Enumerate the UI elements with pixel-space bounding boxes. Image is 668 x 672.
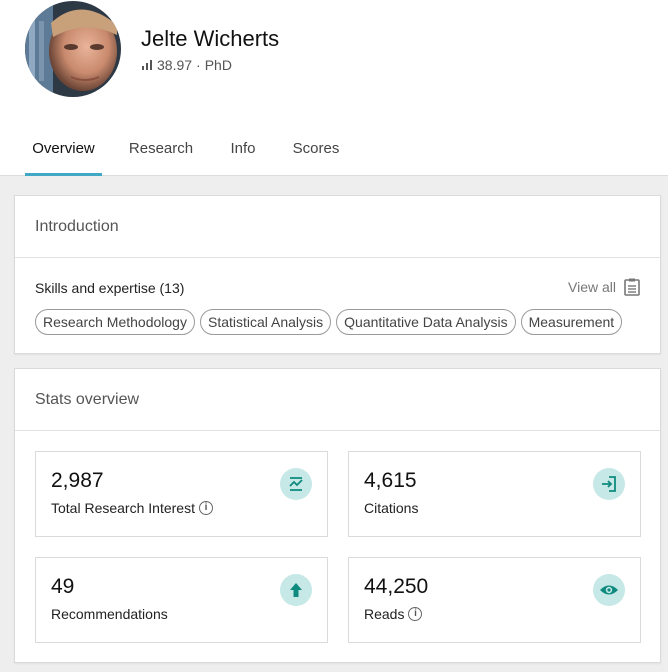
stat-value: 2,987 bbox=[51, 469, 104, 492]
stat-label-wrap: Recommendations bbox=[51, 606, 168, 622]
signal-bars-icon bbox=[142, 60, 152, 70]
info-icon[interactable]: i bbox=[198, 501, 213, 515]
profile-name: Jelte Wicherts bbox=[141, 26, 280, 51]
research-interest-icon bbox=[280, 468, 312, 500]
stat-value: 49 bbox=[51, 575, 75, 598]
tab-info[interactable]: Info bbox=[222, 120, 264, 176]
clipboard-list-icon bbox=[624, 278, 640, 296]
stat-label: Recommendations bbox=[51, 606, 168, 622]
degree: PhD bbox=[204, 57, 232, 73]
skill-chip[interactable]: Research Methodology bbox=[35, 309, 195, 335]
stat-label: Reads bbox=[364, 606, 405, 622]
stat-label-wrap: Reads i bbox=[364, 606, 423, 622]
tab-overview[interactable]: Overview bbox=[25, 120, 102, 176]
stats-overview-card: Stats overview 2,987 Total Research Inte… bbox=[14, 368, 661, 663]
introduction-title: Introduction bbox=[15, 196, 660, 258]
view-all-label: View all bbox=[568, 279, 616, 295]
info-icon[interactable]: i bbox=[408, 607, 423, 621]
profile-header: Jelte Wicherts 38.97 · PhD Overview Rese… bbox=[0, 0, 668, 176]
tab-research[interactable]: Research bbox=[124, 120, 198, 176]
stat-reads[interactable]: 44,250 Reads i bbox=[348, 557, 641, 643]
stat-value: 4,615 bbox=[364, 469, 417, 492]
skills-heading: Skills and expertise (13) bbox=[35, 280, 185, 296]
skill-chip[interactable]: Statistical Analysis bbox=[199, 309, 332, 335]
stat-recommendations[interactable]: 49 Recommendations bbox=[35, 557, 328, 643]
introduction-card: Introduction Skills and expertise (13) V… bbox=[14, 195, 661, 354]
skill-chip[interactable]: Quantitative Data Analysis bbox=[336, 309, 516, 335]
stat-label-wrap: Citations bbox=[364, 500, 418, 516]
score-line: 38.97 · PhD bbox=[141, 57, 232, 73]
recommendation-arrow-icon bbox=[280, 574, 312, 606]
stat-label: Citations bbox=[364, 500, 419, 516]
skills-list: Research Methodology Statistical Analysi… bbox=[35, 309, 623, 335]
stat-label-wrap: Total Research Interest i bbox=[51, 500, 213, 516]
tab-scores[interactable]: Scores bbox=[287, 120, 345, 176]
avatar[interactable] bbox=[25, 1, 121, 97]
stat-value: 44,250 bbox=[364, 575, 429, 598]
view-all-skills-button[interactable]: View all bbox=[568, 278, 640, 296]
eye-icon bbox=[593, 574, 625, 606]
stat-label: Total Research Interest bbox=[51, 500, 195, 516]
separator: · bbox=[196, 57, 201, 73]
research-score[interactable]: 38.97 bbox=[157, 57, 192, 73]
stats-title: Stats overview bbox=[15, 369, 660, 431]
stat-total-research-interest[interactable]: 2,987 Total Research Interest i bbox=[35, 451, 328, 537]
citations-icon bbox=[593, 468, 625, 500]
skill-chip[interactable]: Measurement bbox=[520, 309, 623, 335]
stat-citations[interactable]: 4,615 Citations bbox=[348, 451, 641, 537]
